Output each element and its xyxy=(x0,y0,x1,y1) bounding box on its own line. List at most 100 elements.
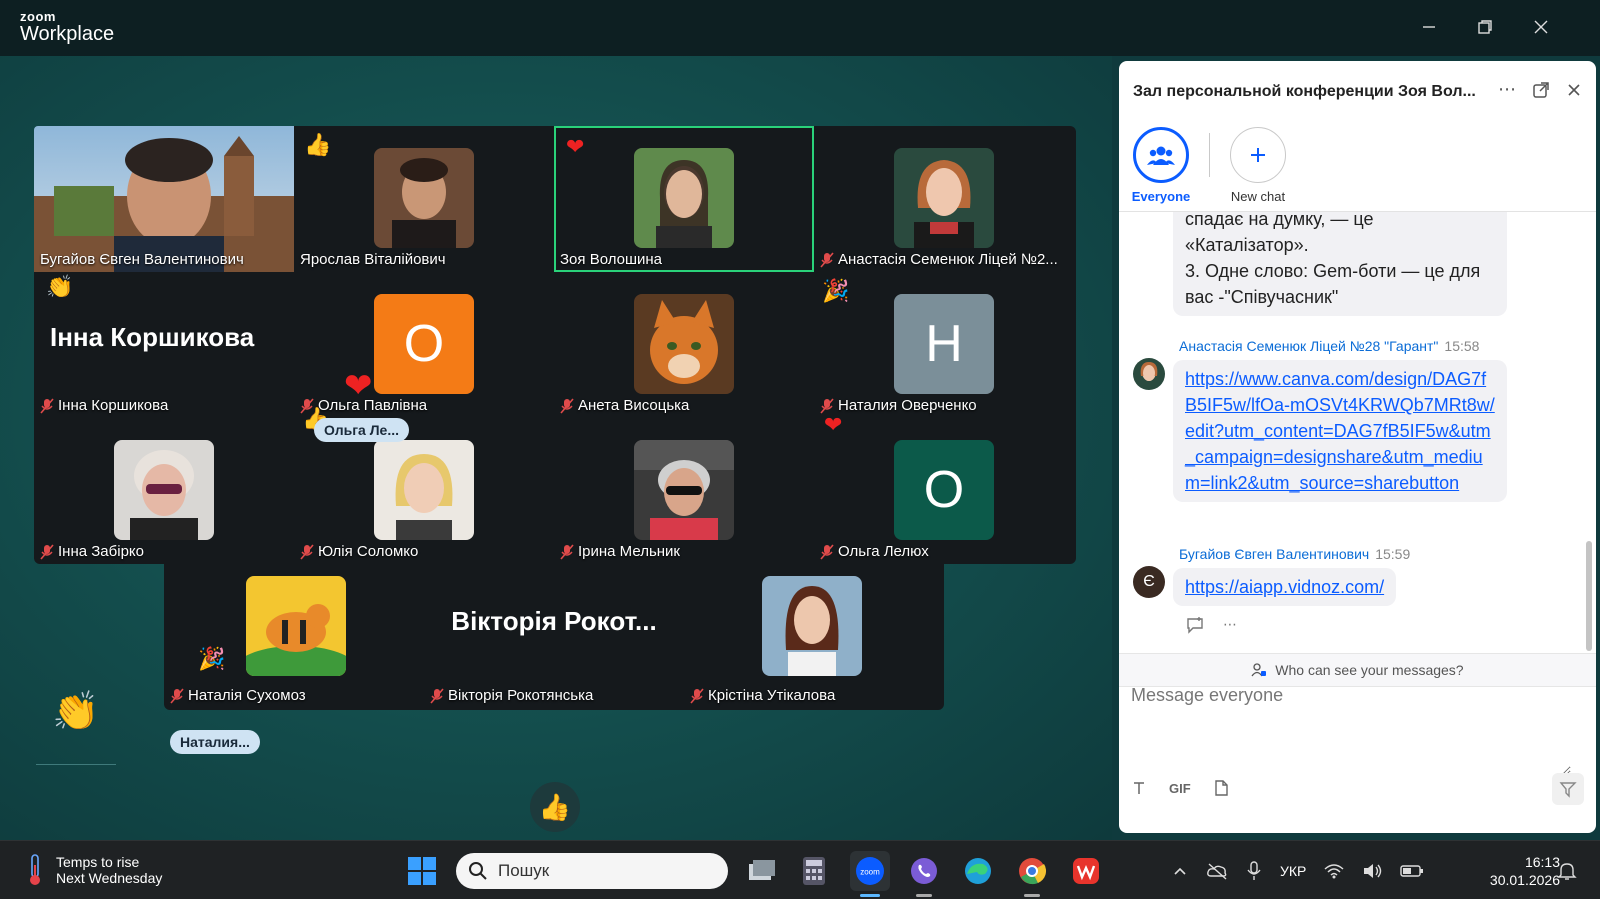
cloud-off-icon[interactable] xyxy=(1206,862,1228,880)
participant-name: Анастасія Семенюк Ліцей №2... xyxy=(820,251,1058,268)
heart-icon: ❤ xyxy=(566,134,585,159)
clap-reaction-icon: 👏 xyxy=(52,691,100,733)
participant-name: Наталія Сухомоз xyxy=(170,687,306,704)
participant-letter-avatar: O xyxy=(374,294,474,394)
participant-name: Зоя Волошина xyxy=(560,251,663,268)
mic-muted-icon xyxy=(300,543,314,560)
participant-tile[interactable]: 🎉 Наталія Сухомоз xyxy=(164,562,424,708)
windows-logo-icon xyxy=(408,857,436,885)
chat-message-input[interactable] xyxy=(1131,685,1571,775)
participant-tile-active-speaker[interactable]: ❤ Зоя Волошина xyxy=(554,126,814,272)
participant-tile[interactable]: 👏 Інна Коршикова Інна Коршикова xyxy=(34,272,294,418)
tab-label: Everyone xyxy=(1131,189,1191,204)
close-icon[interactable] xyxy=(1566,82,1582,98)
more-options-button[interactable]: ⋯ xyxy=(1223,616,1237,634)
edge-icon xyxy=(965,858,991,884)
start-button[interactable] xyxy=(402,851,442,891)
participant-photo xyxy=(374,148,474,248)
text-format-icon[interactable] xyxy=(1131,780,1147,796)
participant-tile[interactable]: O ❤ Ольга Павлівна xyxy=(294,272,554,418)
participant-photo xyxy=(634,440,734,540)
participant-display-name: Вікторія Рокот... xyxy=(451,606,657,636)
taskbar-clock[interactable]: 16:13 30.01.2026 xyxy=(1490,853,1560,889)
thumbs-up-reaction-button[interactable]: 👍 xyxy=(530,782,580,832)
chevron-up-icon[interactable] xyxy=(1172,863,1188,879)
microphone-icon[interactable] xyxy=(1246,860,1262,881)
tab-new-chat[interactable]: New chat xyxy=(1226,127,1290,204)
participant-photo xyxy=(634,148,734,248)
chat-scrollbar[interactable] xyxy=(1586,541,1592,651)
send-button[interactable] xyxy=(1552,773,1584,805)
participant-tile[interactable]: Анастасія Семенюк Ліцей №2... xyxy=(814,126,1074,272)
participant-letter-avatar: Н xyxy=(894,294,994,394)
battery-icon[interactable] xyxy=(1400,864,1424,878)
taskbar-search[interactable] xyxy=(456,853,728,889)
notifications-button[interactable] xyxy=(1552,851,1582,891)
participant-tile[interactable]: Анета Висоцька xyxy=(554,272,814,418)
heart-icon: ❤ xyxy=(824,412,843,437)
calculator-icon xyxy=(803,857,825,885)
zoom-app[interactable]: zoom xyxy=(850,851,890,897)
participant-tile[interactable]: Вікторія Рокот... Вікторія Рокотянська xyxy=(424,562,684,708)
wifi-icon[interactable] xyxy=(1324,863,1344,879)
message-link[interactable]: https://aiapp.vidnoz.com/ xyxy=(1185,577,1384,597)
clock-date: 30.01.2026 xyxy=(1489,872,1560,888)
logo-line2: Workplace xyxy=(20,23,115,45)
task-view-button[interactable] xyxy=(742,851,782,891)
mic-muted-icon xyxy=(820,251,834,268)
windows-taskbar: Temps to rise Next Wednesday zoom УКР xyxy=(0,840,1600,899)
tab-everyone[interactable]: Everyone xyxy=(1129,127,1193,204)
mic-muted-icon xyxy=(40,397,54,414)
participant-tile[interactable]: 👍 Ярослав Віталійович xyxy=(294,126,554,272)
mic-muted-icon xyxy=(40,543,54,560)
photo-portrait xyxy=(114,440,214,540)
more-options-button[interactable]: ⋯ xyxy=(1498,79,1516,100)
participant-tile[interactable]: 👍 Ольга Ле... Юлія Соломко xyxy=(294,406,554,564)
mic-muted-icon xyxy=(560,543,574,560)
gallery-row-bottom: 🎉 Наталія Сухомоз Вікторія Рокот... Вікт… xyxy=(164,562,944,710)
calculator-app[interactable] xyxy=(794,851,834,891)
title-bar: zoom Workplace xyxy=(0,0,1600,56)
minimize-button[interactable] xyxy=(1414,12,1444,42)
wps-office-app[interactable] xyxy=(1066,851,1106,891)
restore-button[interactable] xyxy=(1470,12,1500,42)
edge-browser-app[interactable] xyxy=(958,851,998,891)
pop-out-icon[interactable] xyxy=(1532,81,1550,99)
participant-photo xyxy=(894,148,994,248)
close-window-button[interactable] xyxy=(1526,12,1556,42)
mic-muted-icon xyxy=(820,543,834,560)
search-input[interactable] xyxy=(498,861,698,881)
participant-name: Вікторія Рокотянська xyxy=(430,687,593,704)
language-indicator[interactable]: УКР xyxy=(1280,863,1306,879)
photo-portrait xyxy=(894,148,994,248)
weather-widget[interactable]: Temps to rise Next Wednesday xyxy=(24,853,162,887)
participant-name: Юлія Соломко xyxy=(300,543,418,560)
message-link[interactable]: https://www.canva.com/design/DAG7fB5IF5w… xyxy=(1185,369,1495,493)
svg-text:zoom: zoom xyxy=(860,868,880,877)
sender-avatar xyxy=(1133,358,1165,390)
minimize-icon xyxy=(1423,26,1435,28)
tab-divider xyxy=(1209,133,1210,177)
person-lock-icon xyxy=(1251,663,1267,677)
participant-tile[interactable]: ❤ O Ольга Лелюх xyxy=(814,412,1074,564)
mic-muted-icon xyxy=(560,397,574,414)
participant-tile[interactable]: Ірина Мельник xyxy=(554,418,814,564)
participant-name: Ольга Лелюх xyxy=(820,543,929,560)
file-icon[interactable] xyxy=(1213,779,1229,797)
who-can-see-link[interactable]: Who can see your messages? xyxy=(1119,653,1596,687)
zoom-logo: zoom Workplace xyxy=(20,10,114,44)
reply-icon[interactable] xyxy=(1185,616,1205,634)
mic-muted-icon xyxy=(430,687,444,704)
gif-button[interactable]: GIF xyxy=(1169,781,1191,796)
participant-tile[interactable]: Інна Забірко xyxy=(34,418,294,564)
thumbs-up-icon: 👍 xyxy=(538,791,572,822)
participant-tile[interactable]: Крістіна Утікалова xyxy=(684,562,944,708)
participant-tile[interactable]: 🎉 Н Наталия Оверченко xyxy=(814,272,1074,418)
chrome-browser-app[interactable] xyxy=(1012,851,1052,897)
volume-icon[interactable] xyxy=(1362,863,1382,879)
party-popper-icon: 🎉 xyxy=(198,646,226,671)
participant-tile[interactable]: Бугайов Євген Валентинович xyxy=(34,126,294,272)
zoom-app-icon: zoom xyxy=(856,857,884,885)
viber-app[interactable] xyxy=(904,851,944,897)
chat-tabs: Everyone New chat xyxy=(1129,127,1290,204)
